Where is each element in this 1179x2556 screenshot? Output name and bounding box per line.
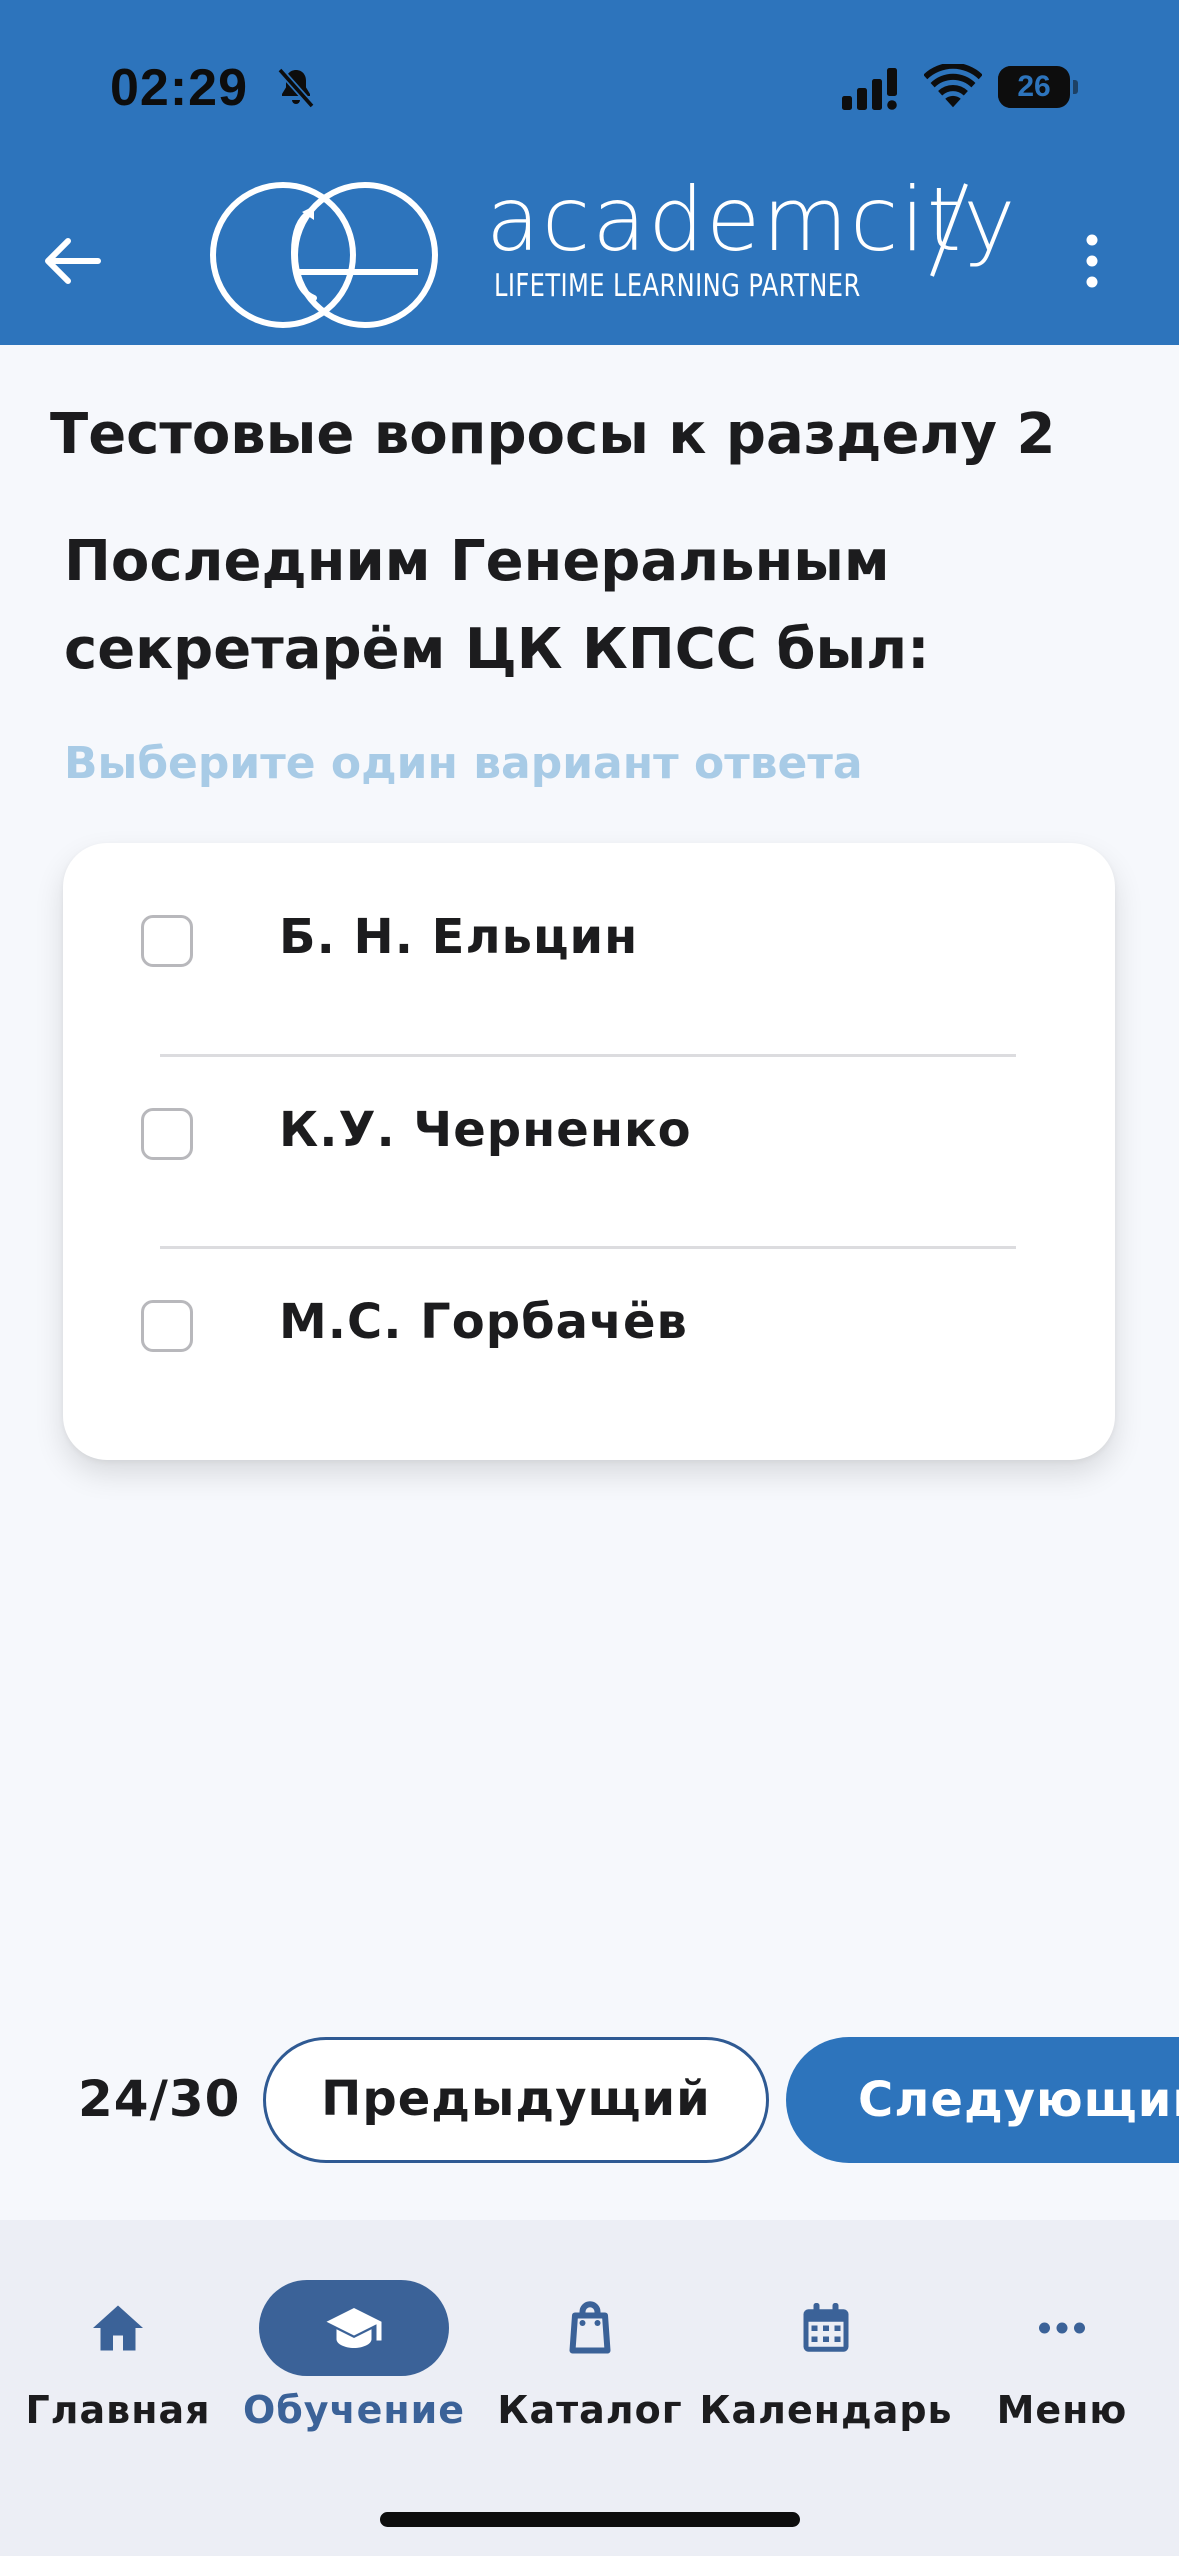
tab-icon-container bbox=[259, 2280, 449, 2376]
back-button[interactable] bbox=[38, 226, 108, 296]
battery-level: 26 bbox=[1017, 70, 1051, 103]
bottom-tab-bar: Главная Обучение Каталог Календарь Меню bbox=[0, 2220, 1179, 2556]
shopping-bag-icon bbox=[569, 2301, 611, 2354]
brand-tagline: LIFETIME LEARNING PARTNER bbox=[494, 268, 861, 304]
tab-catalog[interactable]: Каталог bbox=[470, 2256, 710, 2432]
app-header: 02:29 26 academcity LIFETIME LEARNING PA… bbox=[0, 0, 1179, 345]
option-checkbox[interactable] bbox=[141, 915, 193, 967]
next-button[interactable]: Следующий bbox=[786, 2037, 1179, 2163]
calendar-icon bbox=[803, 2303, 849, 2352]
answer-option[interactable]: Б. Н. Ельцин bbox=[63, 843, 1115, 1035]
home-icon bbox=[93, 2305, 143, 2351]
tab-calendar[interactable]: Календарь bbox=[699, 2256, 952, 2432]
answer-option[interactable]: М.С. Горбачёв bbox=[63, 1228, 1115, 1420]
option-checkbox[interactable] bbox=[141, 1300, 193, 1352]
previous-button[interactable]: Предыдущий bbox=[263, 2037, 769, 2163]
graduation-cap-icon bbox=[326, 2308, 382, 2348]
bell-off-icon bbox=[277, 67, 315, 109]
tab-learning[interactable]: Обучение bbox=[234, 2256, 474, 2432]
option-label: К.У. Черненко bbox=[279, 1102, 692, 1158]
tab-menu[interactable]: Меню bbox=[942, 2256, 1179, 2432]
more-vertical-icon[interactable] bbox=[1070, 226, 1114, 296]
signal-icon bbox=[842, 68, 897, 110]
option-checkbox[interactable] bbox=[141, 1108, 193, 1160]
option-label: М.С. Горбачёв bbox=[279, 1294, 688, 1350]
question-text: Последним Генеральным секретарём ЦК КПСС… bbox=[64, 518, 1124, 694]
tab-home[interactable]: Главная bbox=[0, 2256, 238, 2432]
section-title: Тестовые вопросы к разделу 2 bbox=[50, 402, 1056, 467]
answer-option[interactable]: К.У. Черненко bbox=[63, 1036, 1115, 1228]
answer-options-card: Б. Н. Ельцин К.У. Черненко М.С. Горбачёв bbox=[63, 843, 1115, 1460]
home-indicator[interactable] bbox=[380, 2512, 800, 2527]
battery-tip bbox=[1073, 80, 1078, 94]
status-time: 02:29 bbox=[110, 59, 248, 117]
question-line-2: секретарём ЦК КПСС был: bbox=[64, 617, 930, 682]
more-horizontal-icon bbox=[1039, 2322, 1085, 2334]
wifi-icon bbox=[924, 64, 982, 108]
question-counter: 24/30 bbox=[78, 2070, 241, 2128]
option-label: Б. Н. Ельцин bbox=[279, 909, 639, 965]
answer-hint: Выберите один вариант ответа bbox=[64, 738, 863, 789]
tab-icon-container bbox=[23, 2280, 213, 2376]
battery-icon: 26 bbox=[998, 66, 1078, 108]
brand-slash-mark bbox=[930, 183, 968, 277]
tab-icon-container bbox=[967, 2280, 1157, 2376]
tab-label: Меню bbox=[996, 2388, 1128, 2432]
tab-icon-container bbox=[731, 2280, 921, 2376]
tab-icon-container bbox=[495, 2280, 685, 2376]
logo-mark bbox=[210, 182, 438, 328]
question-line-1: Последним Генеральным bbox=[64, 529, 890, 594]
